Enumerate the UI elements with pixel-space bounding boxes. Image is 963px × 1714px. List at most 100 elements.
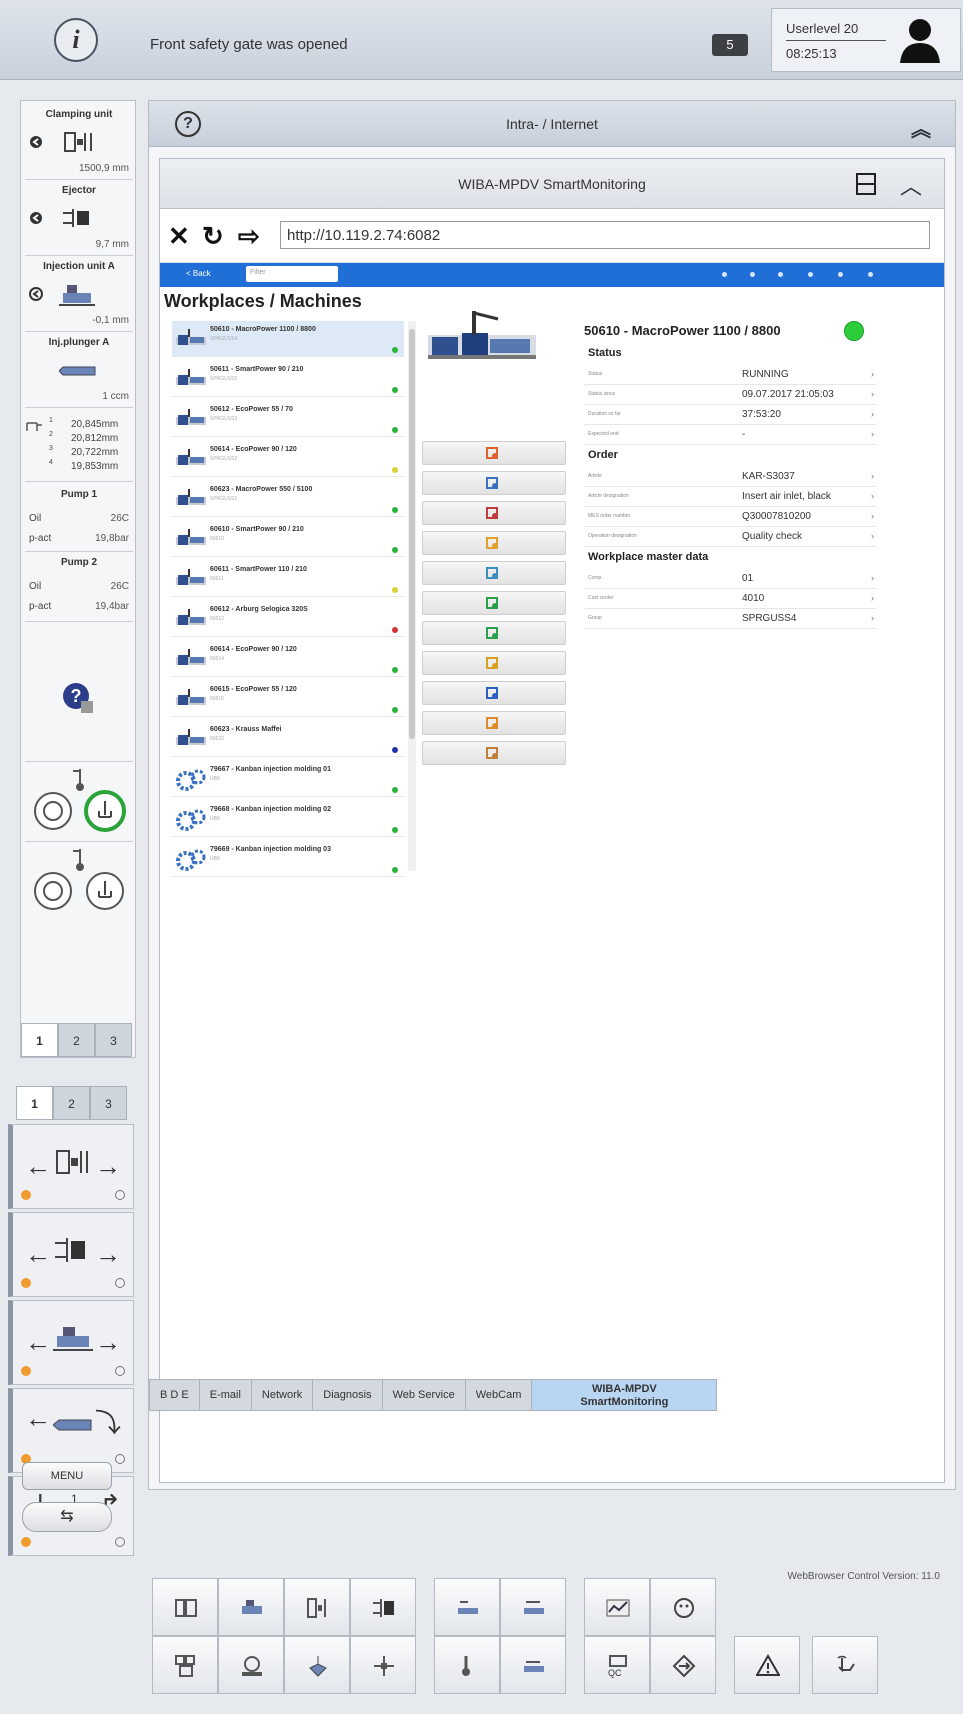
go-icon[interactable]: ⇨	[238, 221, 260, 252]
status-message[interactable]: Front safety gate was opened	[150, 36, 348, 53]
machine-list-item[interactable]: 79668 - Kanban injection molding 02 UBK	[172, 801, 404, 837]
machine-list-item[interactable]: 60623 - Krauss Maffei 60623	[172, 721, 404, 757]
scrollbar-thumb[interactable]	[409, 329, 415, 739]
tools-button[interactable]	[422, 741, 566, 765]
detail-row[interactable]: Operation designation Quality check ›	[584, 527, 876, 547]
nav-icon[interactable]	[778, 272, 783, 277]
tab-webcam[interactable]: WebCam	[464, 1379, 533, 1411]
clamping-setup-button[interactable]	[284, 1578, 350, 1636]
detail-row[interactable]: Status RUNNING ›	[584, 365, 876, 385]
tab-2[interactable]: 2	[58, 1023, 95, 1057]
machine-list-item[interactable]: 60615 - EcoPower 55 / 120 60615	[172, 681, 404, 717]
tab-3[interactable]: 3	[90, 1086, 127, 1120]
back-link[interactable]: < Back	[186, 269, 211, 278]
tab-2[interactable]: 2	[53, 1086, 90, 1120]
reload-icon[interactable]: ↻	[202, 221, 224, 252]
machine-list-item[interactable]: 50611 - SmartPower 90 / 210 SPRGUSS5	[172, 361, 404, 397]
info-icon[interactable]: i	[54, 18, 98, 62]
machine-list-item[interactable]: 50614 - EcoPower 90 / 120 SPRGUSS2	[172, 441, 404, 477]
folder-button[interactable]	[422, 531, 566, 555]
touch-button[interactable]	[812, 1636, 878, 1694]
alarm-button[interactable]	[734, 1636, 800, 1694]
nav-icon[interactable]	[838, 272, 843, 277]
chevron-up-icon[interactable]: ︿	[900, 169, 922, 201]
detail-row[interactable]: Status since 09.07.2017 21:05:03 ›	[584, 385, 876, 405]
settings-button[interactable]	[422, 561, 566, 585]
machine-list-item[interactable]: 50612 - EcoPower 55 / 70 SPRGUSS3	[172, 401, 404, 437]
tab-web-service[interactable]: Web Service	[381, 1379, 466, 1411]
injection-jog-button[interactable]: ← →	[8, 1300, 134, 1385]
tab-email[interactable]: E-mail	[198, 1379, 252, 1411]
user-panel[interactable]: Userlevel 20 08:25:13	[771, 8, 961, 72]
plunger-jog-button[interactable]: ← ⤵	[8, 1388, 134, 1473]
message-count-badge[interactable]: 5	[712, 34, 748, 56]
user-button[interactable]	[422, 711, 566, 735]
detail-row[interactable]: Cost center 4010 ›	[584, 589, 876, 609]
tab-1[interactable]: 1	[21, 1023, 58, 1057]
document-ok-button[interactable]	[422, 591, 566, 615]
ejector-jog-button[interactable]: ← →	[8, 1212, 134, 1297]
close-icon[interactable]: ✕	[168, 221, 190, 252]
search-button[interactable]	[422, 471, 566, 495]
machine-list-item[interactable]: 60611 - SmartPower 110 / 210 60611	[172, 561, 404, 597]
machine-list-item[interactable]: 60610 - SmartPower 90 / 210 60610	[172, 521, 404, 557]
detail-row[interactable]: Group SPRGUSS4 ›	[584, 609, 876, 629]
report-button[interactable]	[422, 501, 566, 525]
detail-row[interactable]: Article KAR-S3037 ›	[584, 467, 876, 487]
help-icon[interactable]: ?	[61, 681, 95, 715]
double-chevron-up-icon[interactable]: ︽	[911, 113, 931, 142]
tab-network[interactable]: Network	[250, 1379, 314, 1411]
heating-off-button[interactable]	[33, 791, 73, 831]
detail-row[interactable]: Expected end - ›	[584, 425, 876, 445]
nav-icon[interactable]	[868, 272, 873, 277]
tab-bde[interactable]: B D E	[149, 1379, 200, 1411]
nav-icon[interactable]	[750, 272, 755, 277]
hot-runner-button[interactable]	[284, 1636, 350, 1694]
filter-input[interactable]: Filter	[246, 266, 338, 282]
screw-button[interactable]	[500, 1636, 566, 1694]
cooling-off-button[interactable]	[33, 871, 73, 911]
mold-setup-button[interactable]	[152, 1578, 218, 1636]
process-graph-button[interactable]	[584, 1578, 650, 1636]
nav-icon[interactable]	[808, 272, 813, 277]
heating-on-button[interactable]	[83, 789, 127, 833]
chart-button[interactable]	[422, 441, 566, 465]
machine-list-item[interactable]: 50610 - MacroPower 1100 / 8800 SPRGUSS4	[172, 321, 404, 357]
machine-list-item[interactable]: 60612 - Arburg Selogica 320S 60612	[172, 601, 404, 637]
tab-diagnosis[interactable]: Diagnosis	[312, 1379, 383, 1411]
split-layout-icon[interactable]	[856, 173, 876, 195]
sequence-button[interactable]	[650, 1636, 716, 1694]
dosing-setup-button[interactable]	[500, 1578, 566, 1636]
quality-control-button[interactable]: QC	[584, 1636, 650, 1694]
machine-list-item[interactable]: 79667 - Kanban injection molding 01 UBK	[172, 761, 404, 797]
machine-list-item[interactable]: 79669 - Kanban injection molding 03 UBK	[172, 841, 404, 877]
robot-button[interactable]	[650, 1578, 716, 1636]
tab-smartmonitoring[interactable]: WIBA-MPDV SmartMonitoring	[531, 1379, 718, 1411]
detail-row[interactable]: Comp. 01 ›	[584, 569, 876, 589]
detail-row[interactable]: MES order number Q30007810200 ›	[584, 507, 876, 527]
document-edit-button[interactable]	[422, 651, 566, 675]
clamping-jog-button[interactable]: ← →	[8, 1124, 134, 1209]
cooling-on-button[interactable]	[85, 871, 125, 911]
air-valve-button[interactable]	[350, 1636, 416, 1694]
tab-3[interactable]: 3	[95, 1023, 132, 1057]
menu-button[interactable]: MENU	[22, 1462, 112, 1490]
core-pull-button[interactable]	[152, 1636, 218, 1694]
clamping-unit-title: Clamping unit	[45, 109, 113, 120]
nav-icon[interactable]	[722, 272, 727, 277]
detail-row[interactable]: Duration so far 37:53:20 ›	[584, 405, 876, 425]
document-info-button[interactable]	[422, 681, 566, 705]
machine-group: UBK	[210, 856, 221, 862]
detail-row[interactable]: Article designation Insert air inlet, bla…	[584, 487, 876, 507]
ejector-setup-button[interactable]	[350, 1578, 416, 1636]
url-input[interactable]	[280, 221, 930, 249]
tab-1[interactable]: 1	[16, 1086, 53, 1120]
temperature-setup-button[interactable]	[434, 1578, 500, 1636]
machine-list-item[interactable]: 60614 - EcoPower 90 / 120 60614	[172, 641, 404, 677]
undo-redo-icon[interactable]: ⇆	[22, 1502, 112, 1532]
injection-setup-button[interactable]	[218, 1578, 284, 1636]
document-refresh-button[interactable]	[422, 621, 566, 645]
thermometer-button[interactable]	[434, 1636, 500, 1694]
machine-list-item[interactable]: 60623 - MacroPower 550 / 5100 SPRGUSS1	[172, 481, 404, 517]
nozzle-setup-button[interactable]	[218, 1636, 284, 1694]
